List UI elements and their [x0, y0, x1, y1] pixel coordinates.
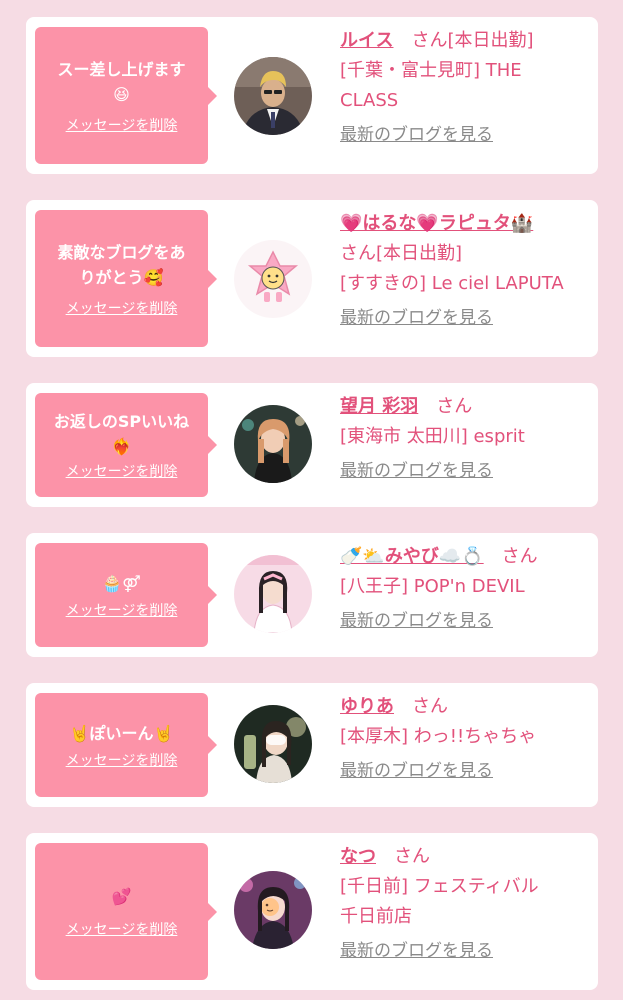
honorific: さん — [411, 30, 448, 51]
message-text: スー差し上げます 😆 — [57, 59, 186, 104]
avatar[interactable] — [234, 405, 312, 483]
shop-name: [すすきの] Le ciel LAPUTA — [340, 273, 564, 294]
cast-info: ゆりあ さん [本厚木] わっ!!ちゃちゃ 最新のブログを見る — [340, 692, 588, 786]
cast-name-link[interactable]: なつ — [340, 846, 376, 867]
heart-on-fire-emoji: ❤️‍🔥 — [111, 437, 132, 456]
message-card: 素敵なブログをあ りがとう🥰 メッセージを削除 💗はるな💗ラピュタ🏰 さん[本日… — [26, 200, 598, 357]
message-bubble: スー差し上げます 😆 メッセージを削除 — [35, 27, 217, 164]
latest-blog-link[interactable]: 最新のブログを見る — [340, 120, 493, 150]
message-bubble: お返しのSPいいね ❤️‍🔥 メッセージを削除 — [35, 393, 217, 497]
message-card: スー差し上げます 😆 メッセージを削除 ルイス さん[本日出勤] [千葉・富士見… — [26, 17, 598, 174]
message-card: 💕 メッセージを削除 なつ さん [千日前] フェスティバル 千日前店 最新のブ… — [26, 833, 598, 990]
honorific: さん — [394, 846, 430, 867]
delete-message-link[interactable]: メッセージを削除 — [66, 919, 178, 939]
cast-info: 🍼⛅みやび☁️💍 さん [八王子] POP'n DEVIL 最新のブログを見る — [340, 542, 588, 636]
cast-name-link[interactable]: 💗はるな💗ラピュタ🏰 — [340, 213, 533, 234]
honorific: さん — [340, 243, 376, 264]
honorific: さん — [501, 546, 538, 567]
latest-blog-link[interactable]: 最新のブログを見る — [340, 303, 493, 333]
delete-message-link[interactable]: メッセージを削除 — [66, 750, 178, 770]
latest-blog-link[interactable]: 最新のブログを見る — [340, 456, 493, 486]
message-card: お返しのSPいいね ❤️‍🔥 メッセージを削除 望月 彩羽 さん [東海市 太田川… — [26, 383, 598, 507]
latest-blog-link[interactable]: 最新のブログを見る — [340, 606, 493, 636]
avatar[interactable] — [234, 871, 312, 949]
cast-name-link[interactable]: 🍼⛅みやび☁️💍 — [340, 546, 484, 567]
shop-name: [東海市 太田川] esprit — [340, 426, 525, 447]
message-text: お返しのSPいいね ❤️‍🔥 — [53, 412, 190, 456]
latest-blog-link[interactable]: 最新のブログを見る — [340, 936, 493, 966]
latest-blog-link[interactable]: 最新のブログを見る — [340, 756, 493, 786]
honorific: さん — [412, 696, 448, 717]
message-text: 💕 — [112, 884, 132, 909]
avatar[interactable] — [234, 555, 312, 633]
cupcake-emoji: 🧁⚤ — [102, 573, 141, 593]
message-card: 🤘ぽいーん🤘 メッセージを削除 ゆりあ さん [本厚木] わっ!!ちゃちゃ 最新の… — [26, 683, 598, 807]
message-bubble: 🧁⚤ メッセージを削除 — [35, 543, 217, 647]
delete-message-link[interactable]: メッセージを削除 — [66, 461, 178, 481]
cast-name-link[interactable]: ルイス — [340, 30, 393, 51]
delete-message-link[interactable]: メッセージを削除 — [66, 298, 178, 318]
message-card: 🧁⚤ メッセージを削除 🍼⛅みやび☁️💍 さん [八王子] POP'n DEVIL… — [26, 533, 598, 657]
message-text: 🤘ぽいーん🤘 — [69, 723, 174, 743]
cast-info: 💗はるな💗ラピュタ🏰 さん[本日出勤] [すすきの] Le ciel LAPUT… — [340, 209, 588, 333]
cast-info: 望月 彩羽 さん [東海市 太田川] esprit 最新のブログを見る — [340, 392, 588, 486]
cast-info: ルイス さん[本日出勤] [千葉・富士見町] THE CLASS 最新のブログを見る — [340, 26, 588, 150]
shop-name: [八王子] POP'n DEVIL — [340, 576, 525, 597]
avatar[interactable] — [234, 57, 312, 135]
message-bubble: 素敵なブログをあ りがとう🥰 メッセージを削除 — [35, 210, 217, 347]
message-text: 🧁⚤ — [102, 571, 141, 596]
attendance-status: [本日出勤] — [376, 243, 463, 264]
message-text: 素敵なブログをあ りがとう🥰 — [57, 242, 186, 287]
message-bubble: 🤘ぽいーん🤘 メッセージを削除 — [35, 693, 217, 797]
message-bubble: 💕 メッセージを削除 — [35, 843, 217, 980]
delete-message-link[interactable]: メッセージを削除 — [66, 115, 178, 135]
delete-message-link[interactable]: メッセージを削除 — [66, 600, 178, 620]
cast-name-link[interactable]: 望月 彩羽 — [340, 396, 418, 417]
shop-name: [千日前] フェスティバル 千日前店 — [340, 876, 539, 927]
shop-name: [本厚木] わっ!!ちゃちゃ — [340, 726, 537, 747]
avatar[interactable] — [234, 240, 312, 318]
cast-name-link[interactable]: ゆりあ — [340, 696, 394, 717]
cast-info: なつ さん [千日前] フェスティバル 千日前店 最新のブログを見る — [340, 842, 588, 966]
shop-name: [千葉・富士見町] THE CLASS — [340, 60, 522, 111]
message-list: スー差し上げます 😆 メッセージを削除 ルイス さん[本日出勤] [千葉・富士見… — [0, 0, 623, 1000]
avatar[interactable] — [234, 705, 312, 783]
smiling-hearts-emoji: 🥰 — [143, 267, 164, 287]
honorific: さん — [436, 396, 473, 417]
grinning-squint-emoji: 😆 — [113, 84, 130, 104]
two-hearts-emoji: 💕 — [111, 887, 132, 906]
attendance-status: [本日出勤] — [447, 30, 534, 51]
